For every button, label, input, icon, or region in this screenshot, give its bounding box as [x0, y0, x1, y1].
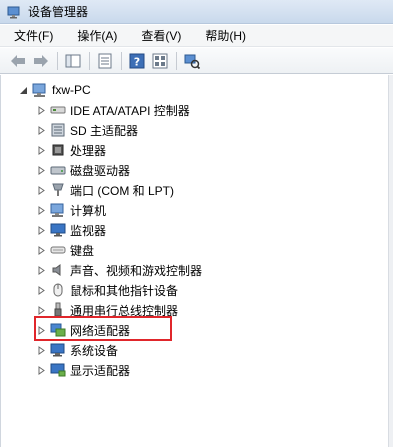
mouse-icon [50, 282, 66, 298]
scan-hardware-icon[interactable] [182, 51, 202, 71]
expand-arrow-icon[interactable] [37, 245, 46, 255]
tree-node-label: SD 主适配器 [70, 123, 139, 138]
tree-node-label: 监视器 [70, 223, 107, 238]
display-adapter-icon [50, 362, 66, 378]
tree-node[interactable]: 计算机 [37, 201, 106, 219]
expand-arrow-icon[interactable] [37, 165, 46, 175]
help-icon[interactable]: ? [127, 51, 147, 71]
expand-arrow-icon[interactable] [37, 225, 46, 235]
tree-node[interactable]: 监视器 [37, 221, 106, 239]
tree-node-label: 通用串行总线控制器 [70, 303, 179, 318]
tree-root[interactable]: fxw-PC [19, 81, 91, 99]
svg-text:?: ? [134, 55, 140, 68]
tree-node-label: IDE ATA/ATAPI 控制器 [70, 103, 190, 118]
keyboard-icon [50, 242, 66, 258]
menu-bar: 文件(F) 操作(A) 查看(V) 帮助(H) [0, 25, 393, 47]
tree-node[interactable]: SD 主适配器 [37, 121, 138, 139]
expand-arrow-icon[interactable] [37, 285, 46, 295]
expand-arrow-icon[interactable] [37, 145, 46, 155]
expand-arrow-icon[interactable] [37, 105, 46, 115]
tree-node-label: 显示适配器 [70, 363, 131, 378]
expand-arrow-icon[interactable] [37, 125, 46, 135]
usb-icon [50, 302, 66, 318]
monitor-icon [50, 222, 66, 238]
tree-node[interactable]: 显示适配器 [37, 361, 130, 379]
tree-node[interactable]: 鼠标和其他指针设备 [37, 281, 178, 299]
expand-arrow-icon[interactable] [37, 265, 46, 275]
ide-controller-icon [50, 102, 66, 118]
tree-node-label: 鼠标和其他指针设备 [70, 283, 179, 298]
expand-arrow-icon[interactable] [37, 325, 46, 335]
speaker-icon [50, 262, 66, 278]
expand-arrow-icon[interactable] [37, 345, 46, 355]
tree-node-label: 处理器 [70, 143, 107, 158]
tree-node[interactable]: 通用串行总线控制器 [37, 301, 178, 319]
root-label: fxw-PC [52, 83, 91, 97]
tree-node-label: 计算机 [70, 203, 107, 218]
menu-file[interactable]: 文件(F) [14, 27, 53, 44]
tree-node[interactable]: 网络适配器 [37, 321, 130, 339]
show-hide-console-tree-icon[interactable] [63, 51, 83, 71]
computer-icon [50, 202, 66, 218]
tree-node-label: 键盘 [70, 243, 95, 258]
toolbar-separator [176, 51, 177, 70]
expand-arrow-icon[interactable] [37, 185, 46, 195]
toolbar: ? [0, 48, 393, 74]
computer-icon [32, 82, 48, 98]
collapse-arrow-icon[interactable] [19, 86, 28, 95]
properties-icon[interactable] [95, 51, 115, 71]
window-title: 设备管理器 [28, 5, 89, 19]
tree-node[interactable]: 键盘 [37, 241, 94, 259]
tree-node-label: 磁盘驱动器 [70, 163, 131, 178]
tree-node[interactable]: 声音、视频和游戏控制器 [37, 261, 202, 279]
toolbar-separator [89, 51, 90, 70]
view-icon[interactable] [150, 51, 170, 71]
tree-node[interactable]: IDE ATA/ATAPI 控制器 [37, 101, 190, 119]
tree-node[interactable]: 磁盘驱动器 [37, 161, 130, 179]
tree-node-label: 端口 (COM 和 LPT) [70, 183, 174, 198]
forward-icon[interactable] [31, 51, 51, 71]
title-bar: 设备管理器 [0, 0, 393, 24]
port-icon [50, 182, 66, 198]
menu-help[interactable]: 帮助(H) [205, 27, 246, 44]
disk-drive-icon [50, 162, 66, 178]
toolbar-separator [121, 51, 122, 70]
device-manager-icon [6, 4, 22, 20]
menu-action[interactable]: 操作(A) [77, 27, 117, 44]
sd-host-icon [50, 122, 66, 138]
toolbar-separator [57, 51, 58, 70]
expand-arrow-icon[interactable] [37, 365, 46, 375]
scrollbar[interactable] [388, 75, 393, 447]
tree-node-label: 声音、视频和游戏控制器 [70, 263, 203, 278]
tree-node-label: 网络适配器 [70, 323, 131, 338]
network-adapter-icon [50, 322, 66, 338]
processor-icon [50, 142, 66, 158]
tree-node[interactable]: 处理器 [37, 141, 106, 159]
back-icon[interactable] [8, 51, 28, 71]
device-tree[interactable]: fxw-PC IDE ATA/ATAPI 控制器 SD 主适配器 处理器磁盘驱动器端… [0, 75, 388, 447]
expand-arrow-icon[interactable] [37, 205, 46, 215]
tree-node[interactable]: 系统设备 [37, 341, 118, 359]
tree-node[interactable]: 端口 (COM 和 LPT) [37, 181, 174, 199]
tree-node-label: 系统设备 [70, 343, 119, 358]
system-devices-icon [50, 342, 66, 358]
menu-view[interactable]: 查看(V) [141, 27, 181, 44]
expand-arrow-icon[interactable] [37, 305, 46, 315]
